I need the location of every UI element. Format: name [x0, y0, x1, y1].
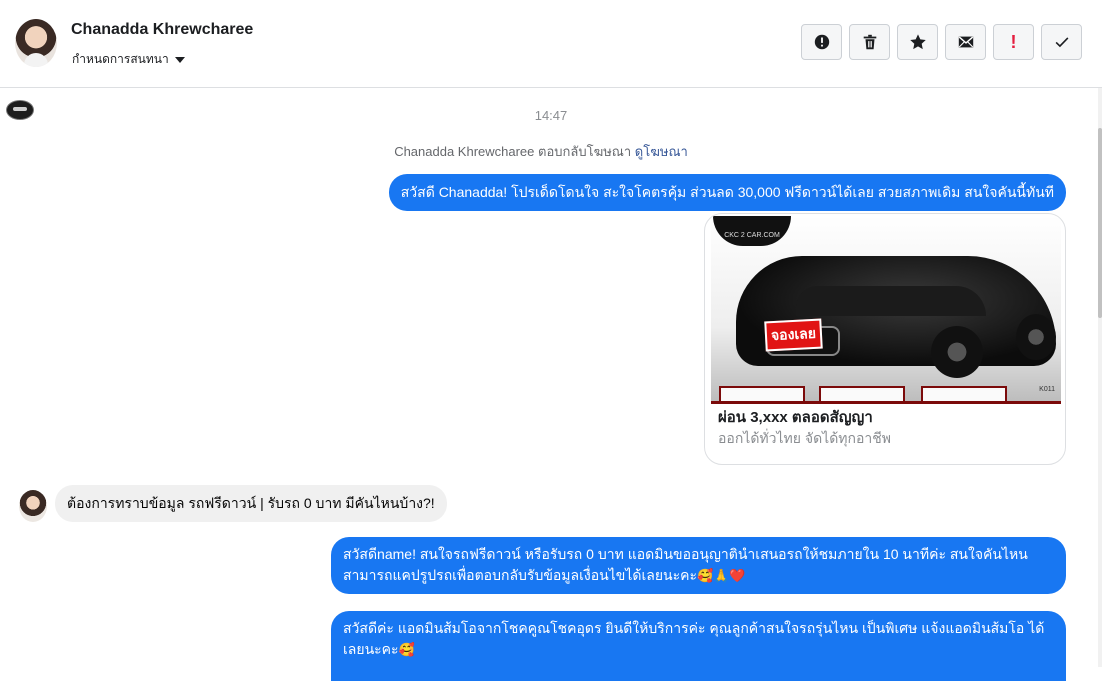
- trash-icon: [863, 34, 876, 50]
- car-image: CKC 2 CAR.COM จองเลย K011: [711, 216, 1061, 404]
- mark-spam-button[interactable]: [801, 24, 842, 60]
- delete-button[interactable]: [849, 24, 890, 60]
- ad-card-subtitle: ออกได้ทั่วไทย จัดได้ทุกอาชีพ: [718, 430, 892, 446]
- incoming-message[interactable]: ต้องการทราบข้อมูล รถฟรีดาวน์ | รับรถ 0 บ…: [55, 485, 447, 522]
- smiling-hearts-emoji: 🥰: [398, 642, 415, 657]
- car-window: [796, 286, 986, 316]
- exclamation-icon: !: [1010, 31, 1017, 52]
- star-icon: [909, 34, 926, 50]
- thumbnail: [719, 386, 805, 401]
- conversation-settings-label: กำหนดการสนทนา: [72, 52, 169, 66]
- message-text: สวัสดี Chanadda! โปรเด็ดโดนใจ สะใจโคตรคุ…: [400, 184, 1054, 200]
- ad-card[interactable]: CKC 2 CAR.COM จองเลย K011 ผ่อน 3,xxx ตลอ…: [704, 213, 1066, 465]
- car-wheel: [1016, 314, 1056, 360]
- mark-unread-button[interactable]: [945, 24, 986, 60]
- thumbnail: [819, 386, 905, 401]
- outgoing-message[interactable]: สวัสดีค่ะ แอดมินส้มโอจากโชคคูณโชคอุดร ยิ…: [331, 611, 1066, 681]
- follow-up-button[interactable]: !: [993, 24, 1034, 60]
- dealer-logo: CKC 2 CAR.COM: [713, 216, 791, 246]
- star-button[interactable]: [897, 24, 938, 60]
- contact-name[interactable]: Chanadda Khrewcharee: [71, 21, 253, 39]
- conversation-settings-dropdown[interactable]: กำหนดการสนทนา: [72, 50, 185, 69]
- conversation-header: Chanadda Khrewcharee กำหนดการสนทนา !: [0, 0, 1102, 88]
- conversation-actions: !: [801, 24, 1082, 60]
- smiling-hearts-emoji: 🥰: [697, 568, 714, 583]
- ad-reply-notice: Chanadda Khrewcharee ตอบกลับโฆษณา ดูโฆษณ…: [0, 141, 1082, 162]
- envelope-icon: [958, 36, 973, 48]
- folded-hands-emoji: 🙏: [713, 568, 730, 583]
- car-wheel: [931, 326, 983, 378]
- thread-scrollbar[interactable]: [1098, 88, 1102, 667]
- ad-reply-text: Chanadda Khrewcharee ตอบกลับโฆษณา: [394, 144, 632, 159]
- view-ad-link[interactable]: ดูโฆษณา: [635, 144, 688, 159]
- message-thread[interactable]: 14:47 Chanadda Khrewcharee ตอบกลับโฆษณา …: [0, 88, 1102, 681]
- message-text: สวัสดีname! สนใจรถฟรีดาวน์ หรือรับรถ 0 บ…: [343, 546, 1028, 583]
- message-text: สวัสดีค่ะ แอดมินส้มโอจากโชคคูณโชคอุดร ยิ…: [343, 620, 1045, 657]
- red-heart-emoji: ❤️: [729, 568, 746, 583]
- ad-card-title: ผ่อน 3,xxx ตลอดสัญญา: [718, 409, 873, 426]
- outgoing-message[interactable]: สวัสดี Chanadda! โปรเด็ดโดนใจ สะใจโคตรคุ…: [388, 174, 1066, 211]
- message-timestamp: 14:47: [534, 108, 568, 123]
- message-text: ต้องการทราบข้อมูล รถฟรีดาวน์ | รับรถ 0 บ…: [67, 495, 435, 511]
- caret-down-icon: [174, 56, 185, 63]
- alert-circle-icon: [814, 34, 829, 50]
- mark-done-button[interactable]: [1041, 24, 1082, 60]
- contact-avatar[interactable]: [15, 19, 57, 67]
- outgoing-message[interactable]: สวัสดีname! สนใจรถฟรีดาวน์ หรือรับรถ 0 บ…: [331, 537, 1066, 594]
- contact-avatar-small[interactable]: [19, 490, 47, 522]
- reserve-badge: จองเลย: [764, 318, 823, 352]
- check-icon: [1055, 37, 1068, 48]
- thumbnail: [921, 386, 1007, 401]
- car-code: K011: [1039, 386, 1055, 393]
- scrollbar-thumb[interactable]: [1098, 128, 1102, 318]
